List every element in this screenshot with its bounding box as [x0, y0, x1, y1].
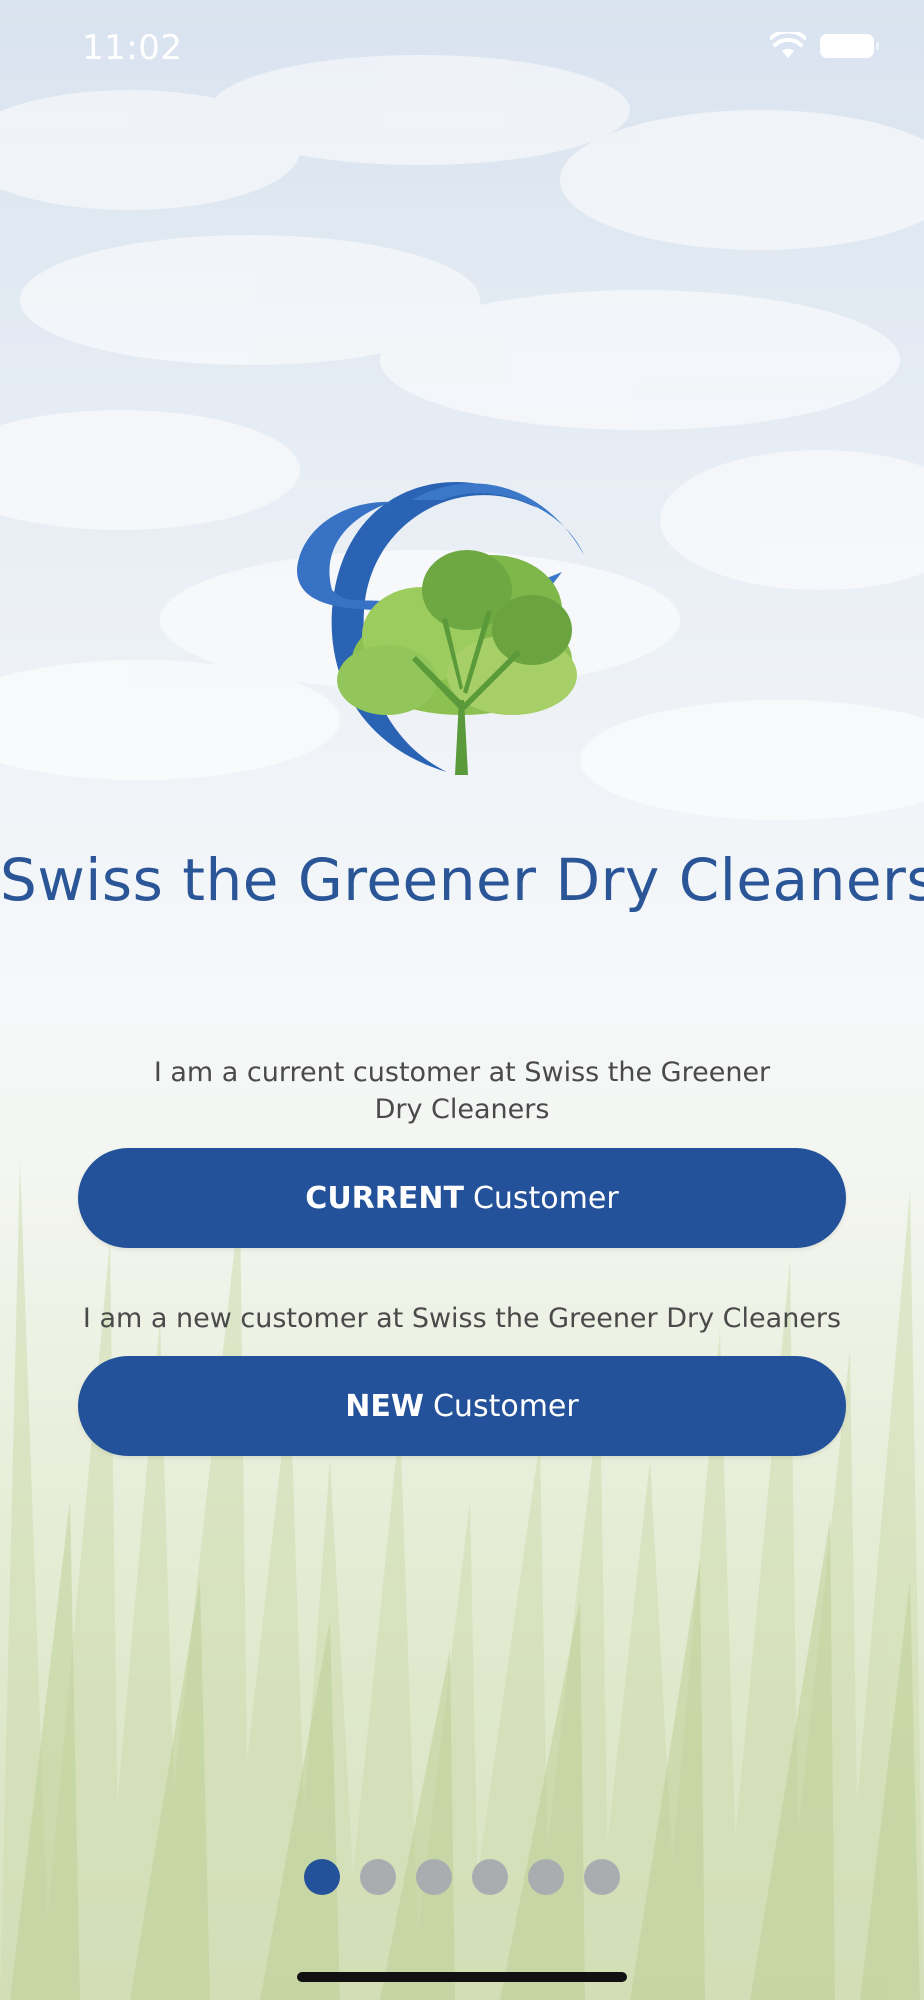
battery-icon	[820, 34, 879, 58]
page-indicator[interactable]	[0, 1859, 924, 1895]
wifi-icon	[770, 32, 806, 58]
page-dot[interactable]	[416, 1859, 452, 1895]
new-customer-button-label: Customer	[432, 1388, 579, 1424]
new-customer-button[interactable]: NEW Customer	[78, 1356, 846, 1456]
current-customer-button-strong-label: CURRENT	[305, 1180, 464, 1216]
tree-swoosh-logo-icon	[297, 481, 584, 775]
sky-grass-background	[0, 55, 924, 2000]
app-title: Swiss the Greener Dry Cleaners	[0, 846, 924, 914]
page-dot[interactable]	[584, 1859, 620, 1895]
page-dot[interactable]	[304, 1859, 340, 1895]
current-customer-prompt: I am a current customer at Swiss the Gre…	[153, 1057, 771, 1125]
status-bar-icons	[770, 32, 879, 60]
status-bar-time: 11:02	[82, 28, 183, 68]
welcome-screen: 11:02 Swiss the Greener Dry Cleaners I a…	[0, 0, 924, 2000]
current-customer-button[interactable]: CURRENT Customer	[78, 1148, 846, 1248]
page-dot[interactable]	[360, 1859, 396, 1895]
page-dot[interactable]	[528, 1859, 564, 1895]
new-customer-button-strong-label: NEW	[345, 1388, 424, 1424]
home-indicator[interactable]	[297, 1972, 627, 1982]
page-dot[interactable]	[472, 1859, 508, 1895]
new-customer-prompt: I am a new customer at Swiss the Greener…	[82, 1303, 842, 1334]
current-customer-button-label: Customer	[472, 1180, 619, 1216]
